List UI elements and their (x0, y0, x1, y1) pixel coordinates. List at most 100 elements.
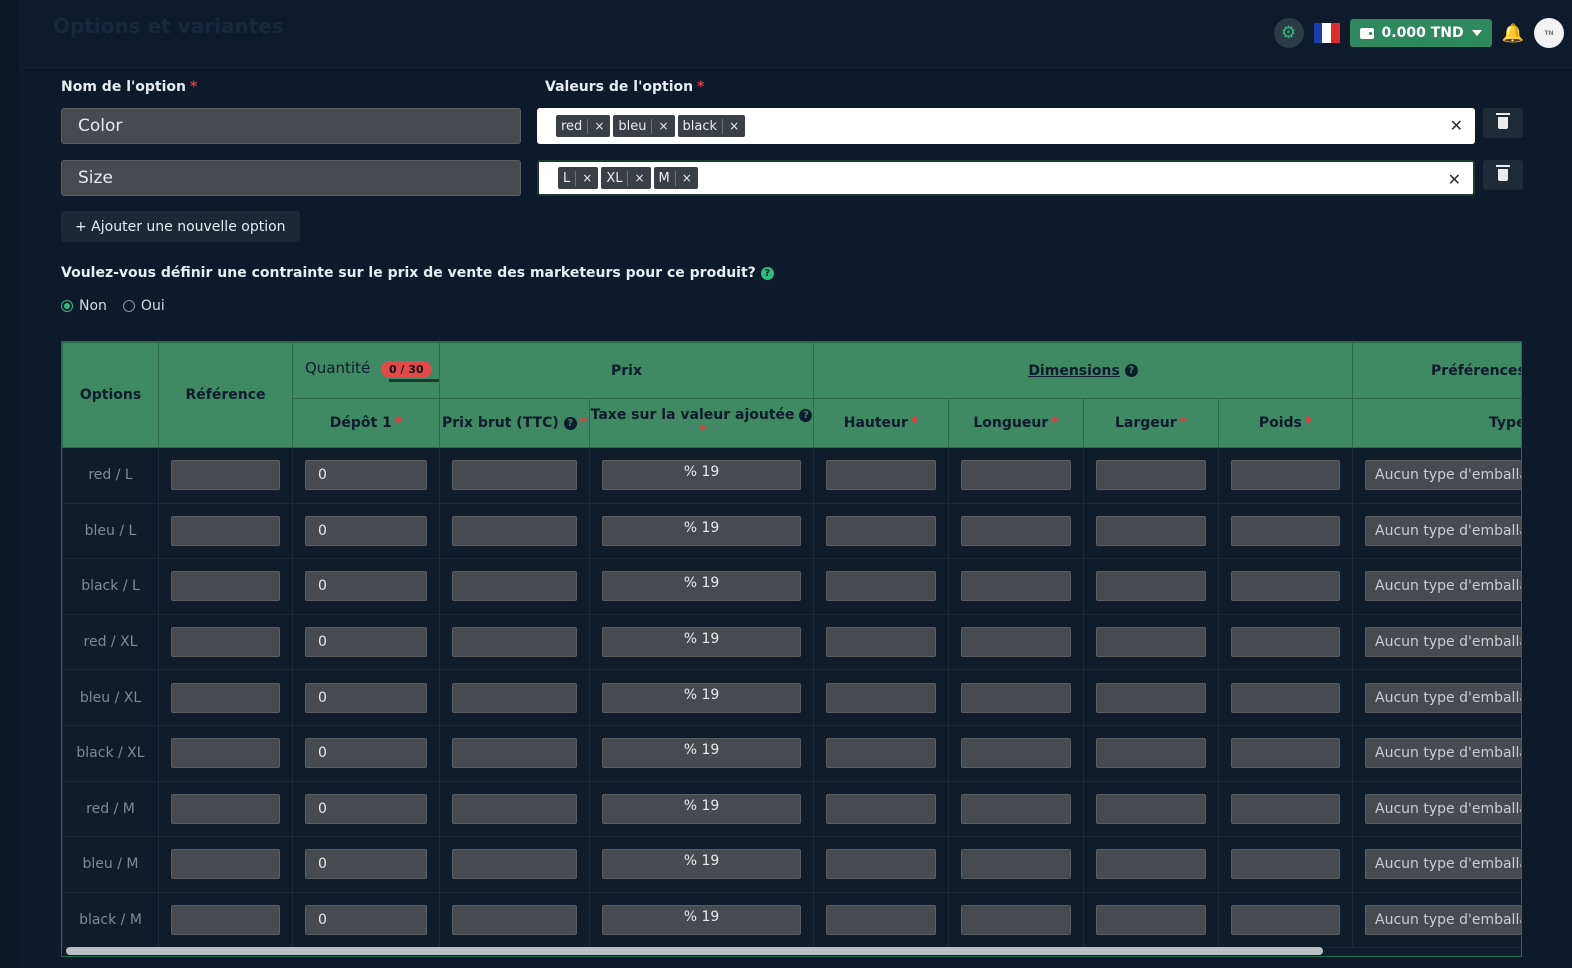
packaging-type-select[interactable]: Aucun type d'emballage (1365, 460, 1521, 491)
poids-input[interactable] (1231, 571, 1341, 602)
longueur-input[interactable] (961, 738, 1071, 769)
delete-option-button[interactable] (1483, 160, 1523, 190)
reference-input[interactable] (171, 627, 280, 658)
poids-input[interactable] (1231, 515, 1341, 546)
poids-input[interactable] (1231, 682, 1341, 713)
tva-select[interactable]: % 19 (602, 627, 801, 658)
prix-brut-input[interactable] (452, 515, 577, 546)
packaging-type-select[interactable]: Aucun type d'emballage (1365, 849, 1521, 880)
longueur-input[interactable] (961, 849, 1071, 880)
depot-quantity-input[interactable]: 0 (305, 460, 427, 491)
hauteur-input[interactable] (826, 905, 936, 936)
packaging-type-select[interactable]: Aucun type d'emballage (1365, 793, 1521, 824)
clear-values-icon[interactable]: ✕ (1450, 116, 1463, 135)
help-icon[interactable]: ? (760, 266, 774, 280)
radio-oui[interactable]: Oui (122, 298, 165, 314)
largeur-input[interactable] (1096, 849, 1206, 880)
reference-input[interactable] (171, 793, 280, 824)
tva-select[interactable]: % 19 (602, 682, 801, 713)
poids-input[interactable] (1231, 905, 1341, 936)
largeur-input[interactable] (1096, 905, 1206, 936)
poids-input[interactable] (1231, 793, 1341, 824)
longueur-input[interactable] (961, 793, 1071, 824)
wallet-balance-button[interactable]: 0.000 TND (1349, 19, 1492, 47)
longueur-input[interactable] (961, 627, 1071, 658)
hauteur-input[interactable] (826, 627, 936, 658)
depot-quantity-input[interactable]: 0 (305, 905, 427, 936)
prix-brut-input[interactable] (452, 905, 577, 936)
packaging-type-select[interactable]: Aucun type d'emballage (1365, 627, 1521, 658)
depot-quantity-input[interactable]: 0 (305, 515, 427, 546)
option-name-input-size[interactable]: Size (61, 160, 521, 196)
prix-brut-input[interactable] (452, 793, 577, 824)
tva-select[interactable]: % 19 (602, 793, 801, 824)
help-icon[interactable]: ? (563, 416, 577, 430)
help-icon[interactable]: ? (799, 408, 813, 422)
poids-input[interactable] (1231, 738, 1341, 769)
prix-brut-input[interactable] (452, 460, 577, 491)
clear-values-icon[interactable]: ✕ (1448, 170, 1461, 189)
tva-select[interactable]: % 19 (602, 738, 801, 769)
bell-icon[interactable]: 🔔 (1502, 23, 1524, 44)
packaging-type-select[interactable]: Aucun type d'emballage (1365, 738, 1521, 769)
delete-option-button[interactable] (1483, 108, 1523, 138)
poids-input[interactable] (1231, 627, 1341, 658)
longueur-input[interactable] (961, 682, 1071, 713)
largeur-input[interactable] (1096, 571, 1206, 602)
tva-select[interactable]: % 19 (602, 571, 801, 602)
prix-brut-input[interactable] (452, 738, 577, 769)
reference-input[interactable] (171, 460, 280, 491)
hauteur-input[interactable] (826, 460, 936, 491)
poids-input[interactable] (1231, 849, 1341, 880)
remove-tag-icon[interactable]: × (676, 171, 698, 185)
hauteur-input[interactable] (826, 738, 936, 769)
remove-tag-icon[interactable]: × (723, 119, 745, 133)
largeur-input[interactable] (1096, 460, 1206, 491)
remove-tag-icon[interactable]: × (576, 171, 598, 185)
prix-brut-input[interactable] (452, 627, 577, 658)
reference-input[interactable] (171, 849, 280, 880)
tva-select[interactable]: % 19 (602, 849, 801, 880)
hauteur-input[interactable] (826, 793, 936, 824)
radio-non[interactable]: Non (61, 298, 107, 314)
tva-select[interactable]: % 19 (602, 905, 801, 936)
depot-quantity-input[interactable]: 0 (305, 849, 427, 880)
hauteur-input[interactable] (826, 515, 936, 546)
settings-button[interactable]: ⚙ (1273, 18, 1304, 48)
tva-select[interactable]: % 19 (602, 460, 801, 491)
option-values-input-color[interactable]: red × bleu × black × ✕ (537, 108, 1475, 144)
prix-brut-input[interactable] (452, 849, 577, 880)
help-icon[interactable]: ? (1124, 364, 1138, 377)
depot-quantity-input[interactable]: 0 (305, 627, 427, 658)
largeur-input[interactable] (1096, 793, 1206, 824)
largeur-input[interactable] (1096, 682, 1206, 713)
packaging-type-select[interactable]: Aucun type d'emballage (1365, 905, 1521, 936)
reference-input[interactable] (171, 905, 280, 936)
remove-tag-icon[interactable]: × (628, 171, 650, 185)
largeur-input[interactable] (1096, 738, 1206, 769)
hauteur-input[interactable] (826, 571, 936, 602)
hauteur-input[interactable] (826, 849, 936, 880)
depot-quantity-input[interactable]: 0 (305, 738, 427, 769)
horizontal-scrollbar[interactable] (66, 947, 1323, 955)
french-flag-icon[interactable] (1313, 23, 1340, 43)
reference-input[interactable] (171, 738, 280, 769)
remove-tag-icon[interactable]: × (652, 119, 674, 133)
prix-brut-input[interactable] (452, 571, 577, 602)
remove-tag-icon[interactable]: × (588, 119, 610, 133)
longueur-input[interactable] (961, 460, 1071, 491)
longueur-input[interactable] (961, 515, 1071, 546)
poids-input[interactable] (1231, 460, 1341, 491)
packaging-type-select[interactable]: Aucun type d'emballage (1365, 515, 1521, 546)
packaging-type-select[interactable]: Aucun type d'emballage (1365, 571, 1521, 602)
add-option-button[interactable]: + Ajouter une nouvelle option (61, 211, 300, 242)
depot-quantity-input[interactable]: 0 (305, 793, 427, 824)
longueur-input[interactable] (961, 905, 1071, 936)
reference-input[interactable] (171, 682, 280, 713)
avatar[interactable]: TN (1534, 18, 1564, 48)
tva-select[interactable]: % 19 (602, 515, 801, 546)
longueur-input[interactable] (961, 571, 1071, 602)
depot-quantity-input[interactable]: 0 (305, 682, 427, 713)
prix-brut-input[interactable] (452, 682, 577, 713)
option-values-input-size[interactable]: L × XL × M × ✕ (537, 160, 1475, 196)
